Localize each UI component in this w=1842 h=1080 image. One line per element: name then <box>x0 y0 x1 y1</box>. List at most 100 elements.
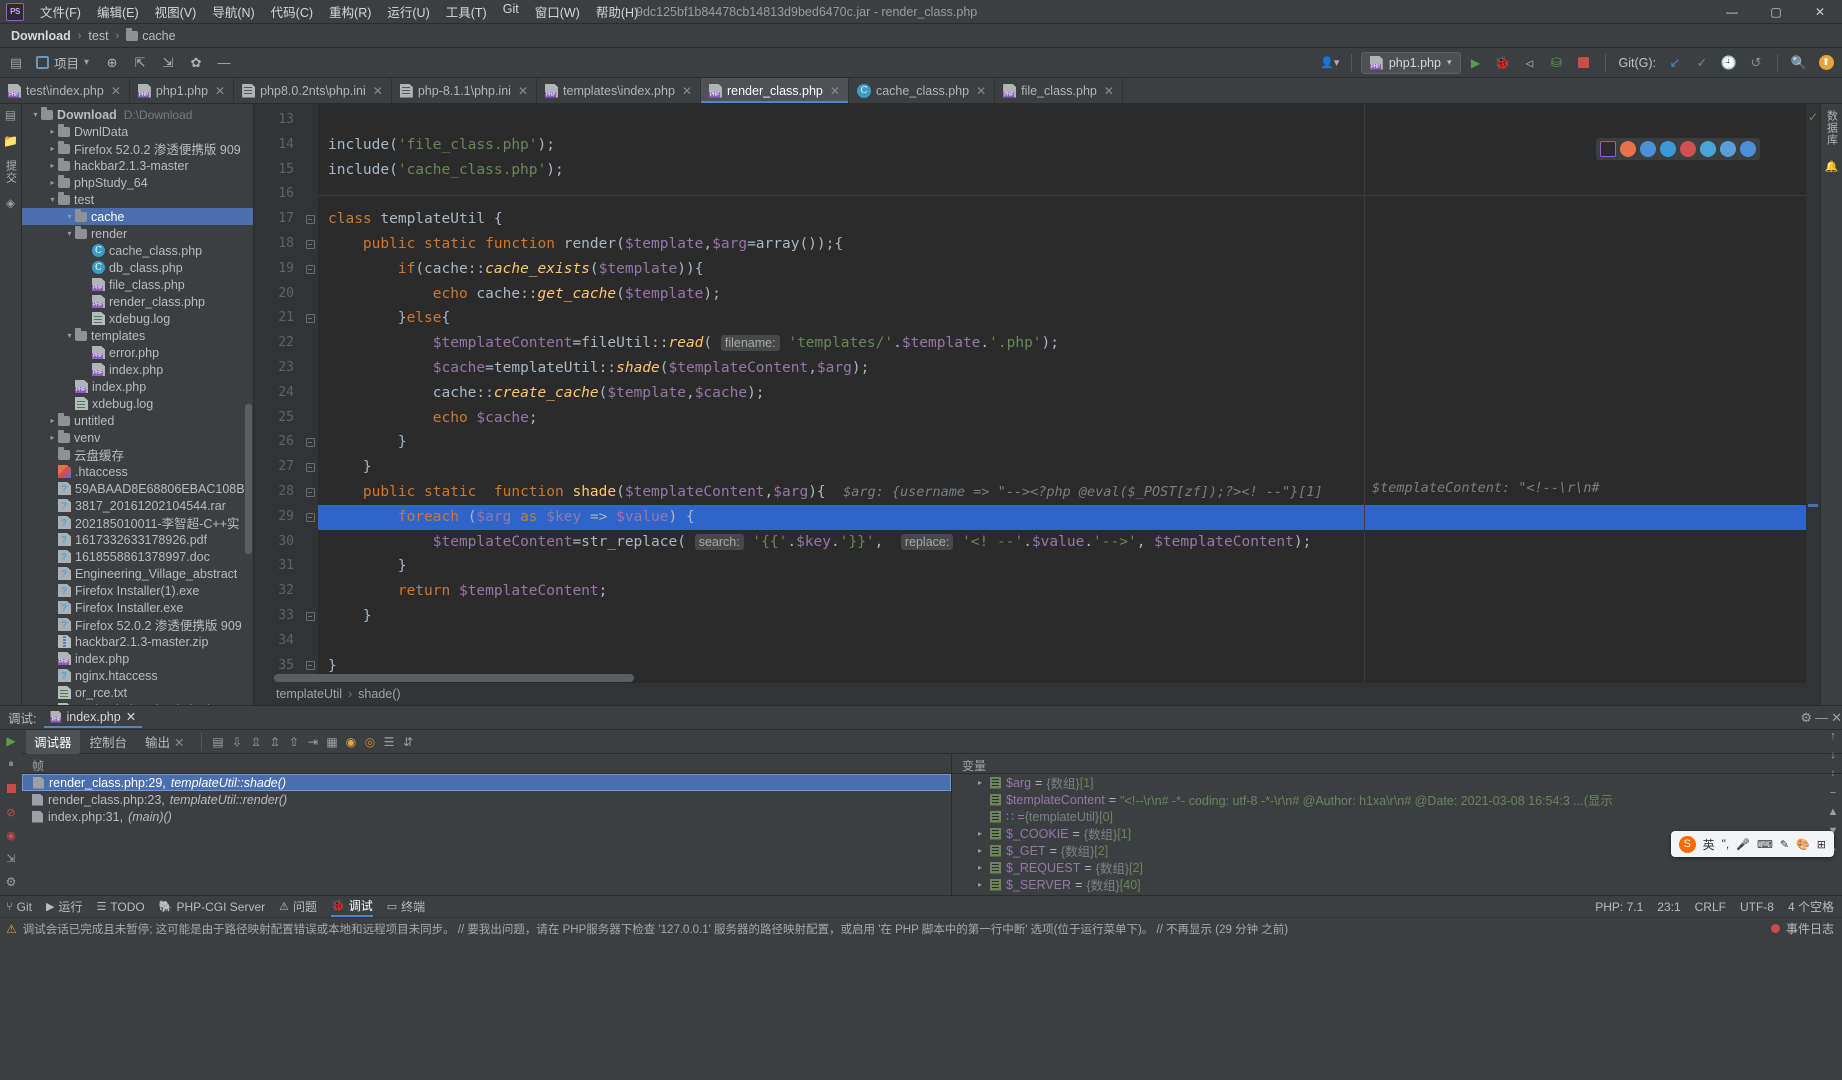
tree-item-27[interactable]: Engineering_Village_abstract <box>22 565 253 582</box>
tree-item-5[interactable]: ▾ test <box>22 191 253 208</box>
debug-action-icon-3[interactable]: ⇬ <box>267 733 284 750</box>
code-line-19[interactable]: if(cache::cache_exists($template)){ <box>318 257 1806 282</box>
close-icon[interactable]: ✕ <box>111 84 121 98</box>
breadcrumb-item-2[interactable]: cache <box>123 27 178 44</box>
microphone-icon[interactable]: 🎤 <box>1736 838 1750 851</box>
close-icon[interactable]: ✕ <box>126 709 136 724</box>
debug-session-tab[interactable]: index.php ✕ <box>44 707 143 728</box>
editor-tab-4[interactable]: templates\index.php ✕ <box>537 78 701 103</box>
code-line-33[interactable]: } <box>318 604 1806 629</box>
tree-item-2[interactable]: ▸ Firefox 52.0.2 渗透便携版 909 <box>22 140 253 157</box>
code-line-13[interactable] <box>318 108 1806 133</box>
chevron-right-icon[interactable]: ▸ <box>978 846 990 855</box>
debug-action-icon-7[interactable]: ◉ <box>343 733 360 750</box>
tree-item-23[interactable]: 3817_20161202104544.rar <box>22 497 253 514</box>
code-line-31[interactable]: } <box>318 554 1806 579</box>
chevron-down-icon[interactable]: ▾ <box>64 331 75 340</box>
close-icon[interactable]: ✕ <box>1831 710 1842 726</box>
chevron-right-icon[interactable]: ▸ <box>978 778 990 787</box>
code-line-18[interactable]: public static function render($template,… <box>318 232 1806 257</box>
debug-action-icon-6[interactable]: ▦ <box>324 733 341 750</box>
editor-tab-0[interactable]: test\index.php ✕ <box>0 78 130 103</box>
editor-tab-7[interactable]: file_class.php ✕ <box>995 78 1123 103</box>
browser-launcher-bar[interactable] <box>1596 138 1760 160</box>
close-icon[interactable]: ✕ <box>830 84 840 98</box>
locate-file-icon[interactable]: ⊕ <box>100 51 124 75</box>
debug-subtab-2[interactable]: 输出 ✕ <box>137 729 193 754</box>
code-line-22[interactable]: $templateContent=fileUtil::read( filenam… <box>318 331 1806 356</box>
safari-icon[interactable] <box>1720 141 1736 157</box>
code-line-30[interactable]: $templateContent=str_replace( search: '{… <box>318 530 1806 555</box>
menu-item-9[interactable]: 窗口(W) <box>527 0 588 23</box>
fold-marker[interactable]: − <box>302 306 318 331</box>
minimize-icon[interactable]: — <box>1815 710 1828 725</box>
debug-action-icon-5[interactable]: ⇥ <box>305 733 322 750</box>
tree-item-21[interactable]: .htaccess <box>22 463 253 480</box>
tree-item-1[interactable]: ▸ DwnlData <box>22 123 253 140</box>
menu-item-4[interactable]: 代码(C) <box>263 0 321 23</box>
code-line-25[interactable]: echo $cache; <box>318 406 1806 431</box>
close-icon[interactable]: ✕ <box>174 736 184 750</box>
editor-breadcrumb[interactable]: templateUtil › shade() <box>254 683 1820 705</box>
editor-tab-5[interactable]: render_class.php ✕ <box>700 78 849 103</box>
chevron-down-icon[interactable]: ▾ <box>84 57 89 68</box>
resume-icon[interactable]: ▶ <box>6 734 15 748</box>
debug-action-icon-2[interactable]: ⇫ <box>248 733 265 750</box>
status-item--[interactable]: ▶ 运行 <box>46 898 82 915</box>
fold-marker[interactable]: − <box>302 505 318 530</box>
tree-item-10[interactable]: file_class.php <box>22 276 253 293</box>
tree-item-30[interactable]: Firefox 52.0.2 渗透便携版 909 <box>22 616 253 633</box>
tree-item-34[interactable]: or_rce.txt <box>22 684 253 701</box>
status-item-php-cgi-server[interactable]: 🐘 PHP-CGI Server <box>159 900 265 914</box>
debug-subtab-0[interactable]: 调试器 <box>26 729 80 754</box>
chevron-right-icon[interactable]: ▸ <box>47 127 58 136</box>
search-icon[interactable]: 🔍 <box>1787 51 1811 75</box>
editor-tab-1[interactable]: php1.php ✕ <box>130 78 235 103</box>
tree-item-25[interactable]: 1617332633178926.pdf <box>22 531 253 548</box>
menu-item-8[interactable]: Git <box>495 0 527 23</box>
project-view-chip[interactable]: 项目 ▾ <box>32 51 96 74</box>
tree-item-20[interactable]: 云盘缓存 <box>22 446 253 463</box>
status-right-0[interactable]: PHP: 7.1 <box>1595 900 1643 914</box>
close-icon[interactable]: ✕ <box>976 84 986 98</box>
tree-item-0[interactable]: ▾ Download D:\Download <box>22 106 253 123</box>
chevron-right-icon[interactable]: ▸ <box>47 144 58 153</box>
status-right-4[interactable]: 4 个空格 <box>1788 898 1834 915</box>
database-tool-label[interactable]: 数据库 <box>1824 110 1840 146</box>
tree-item-6[interactable]: ▾ cache <box>22 208 253 225</box>
inspection-marker[interactable] <box>1808 504 1818 507</box>
mute-breakpoints-icon[interactable]: ⊘ <box>6 806 15 819</box>
variable-row-1[interactable]: $templateContent = "<!--\r\n# -*- coding: … <box>952 791 1842 808</box>
commit-tool-icon[interactable]: ◈ <box>6 196 15 210</box>
code-line-17[interactable]: class templateUtil { <box>318 207 1806 232</box>
tree-item-28[interactable]: Firefox Installer(1).exe <box>22 582 253 599</box>
tree-item-16[interactable]: index.php <box>22 378 253 395</box>
commit-tool-label[interactable]: 提交 <box>3 160 19 184</box>
editor-breadcrumb-item-1[interactable]: shade() <box>358 687 400 701</box>
status-item-git[interactable]: ⑂ Git <box>6 900 32 914</box>
editor-tab-2[interactable]: php8.0.2nts\php.ini ✕ <box>234 78 392 103</box>
view-breakpoints-icon[interactable]: ◉ <box>6 829 16 842</box>
tree-item-32[interactable]: index.php <box>22 650 253 667</box>
tree-item-8[interactable]: Ccache_class.php <box>22 242 253 259</box>
chromium-icon[interactable] <box>1740 141 1756 157</box>
debug-action-icon-0[interactable]: ▤ <box>210 733 227 750</box>
git-rollback-icon[interactable]: ↺ <box>1744 51 1768 75</box>
tree-item-11[interactable]: render_class.php <box>22 293 253 310</box>
tree-item-7[interactable]: ▾ render <box>22 225 253 242</box>
code-line-24[interactable]: cache::create_cache($template,$cache); <box>318 381 1806 406</box>
chevron-right-icon[interactable]: ▸ <box>47 433 58 442</box>
ie-icon[interactable] <box>1700 141 1716 157</box>
tree-item-12[interactable]: xdebug.log <box>22 310 253 327</box>
update-icon[interactable]: ⬆ <box>1814 51 1838 75</box>
close-icon[interactable]: ✕ <box>682 84 692 98</box>
pause-icon[interactable]: ⏸ <box>8 758 14 771</box>
debug-action-icon-8[interactable]: ◎ <box>362 733 379 750</box>
tree-item-4[interactable]: ▸ phpStudy_64 <box>22 174 253 191</box>
fold-marker[interactable]: − <box>302 455 318 480</box>
frame-row-2[interactable]: index.php:31, (main)() <box>22 808 951 825</box>
menu-item-0[interactable]: 文件(F) <box>32 0 89 23</box>
minimize-button[interactable]: — <box>1710 0 1754 24</box>
status-right-3[interactable]: UTF-8 <box>1740 900 1774 914</box>
frame-nav-button-0[interactable]: ↑ <box>1830 730 1836 742</box>
